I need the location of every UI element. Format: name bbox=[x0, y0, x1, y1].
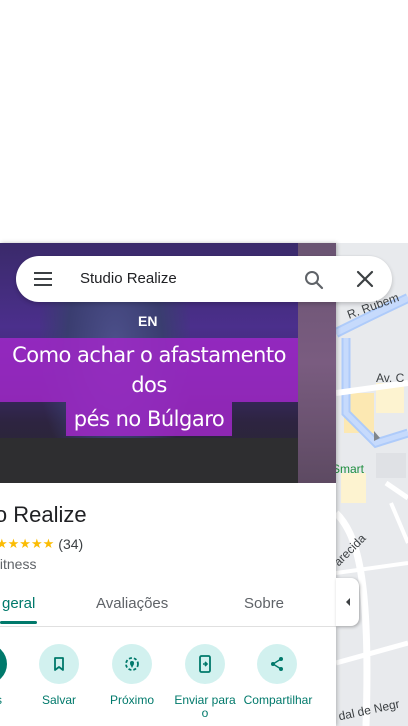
share-button[interactable]: Compartilhar bbox=[242, 644, 312, 707]
action-label: Compartilhar bbox=[243, 693, 313, 707]
photo-overlay-text: EN bbox=[138, 313, 158, 329]
app-root: R. Rubem Av. C Smart arecida dal de Negr… bbox=[0, 0, 408, 726]
directions-button[interactable]: s bbox=[0, 644, 22, 707]
place-panel: EN Como achar o afastamento dos pés no B… bbox=[0, 243, 336, 726]
map-canvas[interactable]: R. Rubem Av. C Smart arecida dal de Negr bbox=[336, 243, 408, 726]
share-icon bbox=[257, 644, 297, 684]
tab-bar: geral Avaliações Sobre bbox=[0, 583, 336, 627]
search-input[interactable]: Studio Realize bbox=[80, 270, 177, 287]
nearby-button[interactable]: Próximo bbox=[97, 644, 167, 707]
tab-overview[interactable]: geral bbox=[2, 595, 35, 612]
tab-about[interactable]: Sobre bbox=[244, 595, 284, 612]
map-street-label: Av. C bbox=[376, 371, 405, 385]
close-icon[interactable] bbox=[354, 268, 376, 290]
bookmark-icon bbox=[39, 644, 79, 684]
action-label: Enviar para o bbox=[174, 693, 236, 720]
caption-line-1: Como achar o afastamento dos bbox=[0, 338, 298, 402]
send-to-phone-button[interactable]: Enviar para o bbox=[170, 644, 240, 720]
save-button[interactable]: Salvar bbox=[24, 644, 94, 707]
photo-caption: Como achar o afastamento dos pés no Búlg… bbox=[0, 338, 298, 436]
map-poi-label: Smart bbox=[336, 462, 365, 476]
rating-row[interactable]: ★★★★★ (34) bbox=[0, 536, 83, 552]
star-rating: ★★★★★ bbox=[0, 536, 55, 551]
action-label: s bbox=[0, 694, 22, 707]
review-count: (34) bbox=[58, 536, 84, 552]
place-title: io Realize bbox=[0, 502, 87, 527]
action-label: Próximo bbox=[109, 693, 154, 707]
search-icon[interactable] bbox=[302, 268, 326, 292]
action-label: Salvar bbox=[41, 693, 76, 707]
collapse-panel-button[interactable] bbox=[336, 578, 359, 626]
place-category[interactable]: fitness bbox=[0, 556, 36, 572]
tab-reviews[interactable]: Avaliações bbox=[96, 595, 168, 612]
send-to-phone-icon bbox=[185, 644, 225, 684]
search-box[interactable]: Studio Realize bbox=[16, 256, 392, 302]
nearby-icon bbox=[112, 644, 152, 684]
caption-line-2: pés no Búlgaro bbox=[65, 402, 233, 436]
tab-active-indicator bbox=[0, 621, 37, 624]
chevron-left-icon bbox=[345, 598, 350, 606]
action-buttons: s Salvar Próximo Enviar para o bbox=[0, 644, 336, 726]
menu-icon[interactable] bbox=[32, 269, 54, 289]
directions-icon bbox=[0, 644, 7, 684]
photo-floor bbox=[0, 438, 298, 483]
